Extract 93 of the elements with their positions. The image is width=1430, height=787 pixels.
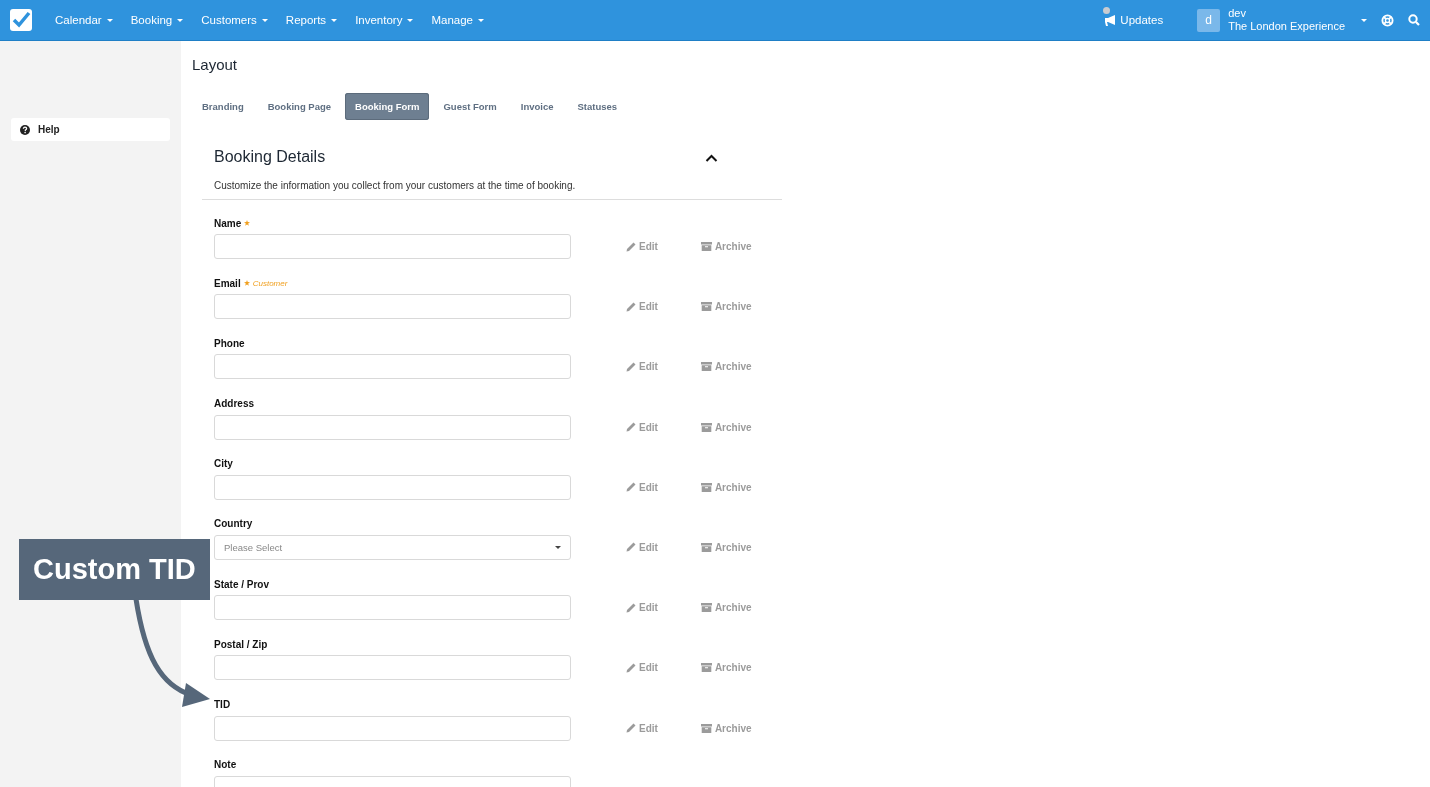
field-label: Email (214, 277, 241, 289)
text-field[interactable] (214, 414, 571, 440)
edit-button[interactable]: Edit (626, 241, 658, 252)
notification-dot (1103, 7, 1111, 14)
field-label: Note (214, 759, 237, 771)
tab[interactable]: Invoice (510, 93, 564, 120)
archive-button[interactable]: Archive (700, 602, 752, 614)
user-name: dev (1228, 7, 1246, 20)
text-field[interactable] (214, 474, 571, 500)
logo-icon[interactable] (10, 9, 32, 31)
help-icon (20, 124, 30, 135)
archive-button[interactable]: Archive (700, 662, 752, 674)
pencil-icon (626, 301, 636, 312)
pencil-icon (626, 422, 636, 433)
sidebar-item[interactable]: Help (11, 118, 170, 141)
caret-icon (407, 18, 414, 22)
archive-button[interactable]: Archive (700, 361, 752, 373)
field-label: Address (214, 398, 254, 410)
field-note: Customer (252, 278, 288, 288)
tab[interactable]: Branding (192, 93, 254, 120)
archive-box-icon (700, 422, 712, 432)
archive-button[interactable]: Archive (700, 722, 752, 734)
section-title: Booking Details (214, 148, 326, 166)
text-field[interactable] (214, 655, 571, 681)
page-title: Layout (192, 56, 239, 75)
field-label: TID (214, 699, 231, 710)
avatar: d (1197, 8, 1221, 32)
pencil-icon (626, 361, 636, 372)
text-field[interactable] (214, 294, 571, 320)
text-field[interactable] (214, 595, 571, 621)
nav-menu-item[interactable]: Customers (192, 5, 277, 35)
edit-button[interactable]: Edit (626, 722, 658, 734)
nav-menu-item[interactable]: Calendar (46, 5, 122, 35)
edit-button[interactable]: Edit (626, 541, 658, 553)
pencil-icon (626, 723, 636, 733)
edit-button[interactable]: Edit (626, 481, 658, 493)
field-label: Phone (214, 337, 245, 349)
nav-menu-item[interactable]: Inventory (346, 5, 423, 35)
field-label: State / Prov (214, 578, 270, 590)
archive-box-icon (700, 362, 712, 372)
edit-button[interactable]: Edit (626, 301, 658, 313)
pencil-icon (626, 482, 636, 493)
tab[interactable]: Booking Form (345, 93, 430, 120)
edit-button[interactable]: Edit (626, 361, 658, 373)
text-field[interactable] (214, 234, 571, 259)
field-label: City (214, 458, 233, 470)
pencil-icon (626, 241, 636, 252)
edit-button[interactable]: Edit (626, 421, 658, 433)
nav-menu-item[interactable]: Booking (121, 5, 193, 35)
caret-icon (331, 18, 338, 22)
archive-box-icon (700, 723, 712, 733)
archive-button[interactable]: Archive (700, 421, 752, 433)
archive-box-icon (700, 542, 712, 552)
field-label: Country (214, 518, 253, 530)
caret-icon (106, 18, 113, 22)
megaphone-icon (1105, 14, 1118, 26)
tab[interactable]: Guest Form (433, 93, 507, 120)
archive-button[interactable]: Archive (700, 481, 752, 493)
field-label: Postal / Zip (214, 638, 268, 650)
archive-button[interactable]: Archive (700, 541, 752, 553)
edit-button[interactable]: Edit (626, 602, 658, 614)
callout-label: Custom TID (19, 539, 210, 600)
account-menu[interactable]: d dev The London Experience (1197, 7, 1367, 33)
caret-icon (261, 18, 268, 22)
caret-icon (1361, 18, 1367, 22)
archive-box-icon (700, 302, 712, 312)
tab[interactable]: Statuses (567, 93, 628, 120)
edit-button[interactable]: Edit (626, 662, 658, 674)
chevron-up-icon[interactable] (705, 154, 718, 162)
pencil-icon (626, 602, 636, 613)
caret-icon (478, 18, 484, 22)
archive-box-icon (700, 603, 712, 613)
pencil-icon (626, 542, 636, 553)
select-field[interactable]: Please Select (214, 534, 571, 560)
field-label: Name (214, 217, 242, 229)
archive-box-icon (700, 482, 712, 492)
tab[interactable]: Booking Page (257, 93, 342, 120)
caret-icon (177, 18, 184, 22)
lifebuoy-icon[interactable] (1381, 13, 1394, 27)
archive-button[interactable]: Archive (700, 301, 752, 313)
search-icon[interactable] (1408, 14, 1420, 26)
text-field[interactable] (214, 715, 571, 741)
company-name: The London Experience (1228, 20, 1345, 33)
updates-button[interactable]: Updates (1099, 5, 1170, 35)
archive-box-icon (700, 242, 712, 251)
archive-button[interactable]: Archive (700, 241, 752, 252)
text-field[interactable] (214, 354, 571, 380)
caret-icon (555, 545, 561, 549)
nav-menu-item[interactable]: Reports (276, 5, 347, 35)
pencil-icon (626, 662, 636, 673)
section-description: Customize the information you collect from your customers at the time of booking. (202, 166, 782, 200)
archive-box-icon (700, 663, 712, 673)
nav-menu-item[interactable]: Manage (422, 5, 493, 35)
